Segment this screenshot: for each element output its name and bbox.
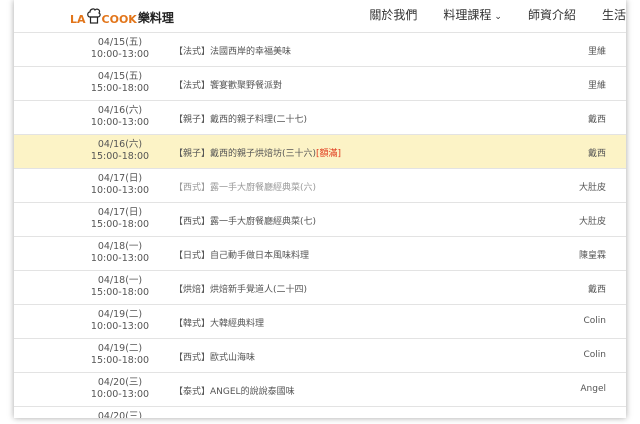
chef-hat-icon [86, 8, 101, 26]
table-row: 04/19(二) 10:00-13:00 【韓式】大韓經典料理 Colin [14, 305, 626, 339]
course-time: 15:00-18:00 [90, 83, 150, 94]
instructor-name[interactable]: 陳皇霖 [546, 248, 606, 261]
course-title-link[interactable]: 【烘焙】烘焙新手覺道人(二十四) [174, 282, 307, 295]
course-time: 10:00-13:00 [90, 117, 150, 128]
course-title-link[interactable]: 【法式】饗宴歡聚野餐派對 [174, 78, 282, 91]
course-date: 04/15(五) [97, 37, 143, 48]
course-title-link[interactable]: 【法式】法國西岸的幸福美味 [174, 44, 291, 57]
course-title-link[interactable]: 【日式】自己動手做日本風味料理 [174, 248, 309, 261]
course-time: 15:00-18:00 [90, 355, 150, 366]
course-title-link[interactable]: 【親子】戴西的親子烘焙坊(三十六)[額滿] [174, 146, 341, 159]
course-date: 04/17(日) [97, 173, 143, 184]
course-time: 10:00-13:00 [90, 253, 150, 264]
course-title: 【親子】戴西的親子烘焙坊(三十六) [174, 149, 317, 159]
main-nav: 關於我們 料理課程 ⌄ 師資介紹 生活 [343, 6, 626, 23]
course-time: 10:00-13:00 [90, 389, 150, 400]
course-date-time: 04/15(五) 15:00-18:00 [78, 71, 162, 95]
course-title: 【親子】戴西的親子料理(二十七) [174, 115, 308, 125]
course-time: 15:00-18:00 [90, 287, 150, 298]
instructor-name[interactable]: 大肚皮 [546, 214, 606, 227]
course-date-time: 04/20(三) 10:00-13:00 [78, 377, 162, 401]
course-title-link[interactable]: 【韓式】大韓經典料理 [174, 316, 264, 329]
course-date-time: 04/17(日) 15:00-18:00 [78, 207, 162, 231]
course-title: 【泰式】ANGEL的說說泰國味 [174, 387, 295, 397]
course-time: 10:00-13:00 [90, 321, 150, 332]
table-row: 04/16(六) 15:00-18:00 【親子】戴西的親子烘焙坊(三十六)[額滿]… [14, 135, 626, 169]
course-title-link[interactable]: 【西式】露一手大廚餐廳經典菜(七) [174, 214, 316, 227]
course-date-time: 04/18(一) 10:00-13:00 [78, 241, 162, 265]
course-title: 【烘焙】烘焙新手覺道人(二十四) [174, 285, 308, 295]
table-row: 04/15(五) 10:00-13:00 【法式】法國西岸的幸福美味 里維 [14, 33, 626, 67]
table-row: 04/18(一) 15:00-18:00 【烘焙】烘焙新手覺道人(二十四) 戴西 [14, 271, 626, 305]
course-title: 【韓式】大韓經典料理 [174, 319, 265, 329]
course-date: 04/15(五) [97, 71, 143, 82]
full-badge: [額滿] [316, 149, 342, 159]
course-date-time: 04/20(三)15:00-18:00 [78, 411, 162, 418]
course-title-link[interactable]: 【西式】露一手大廚餐廳經典菜(六) [174, 180, 316, 193]
instructor-name[interactable]: Colin [546, 316, 607, 326]
chevron-down-icon: ⌄ [494, 12, 502, 22]
course-title: 【西式】露一手大廚餐廳經典菜(六) [174, 183, 317, 193]
table-row: 04/20(三) 10:00-13:00 【泰式】ANGEL的說說泰國味 Angel [14, 373, 626, 407]
course-date: 04/19(二) [97, 309, 143, 320]
course-title: 【西式】露一手大廚餐廳經典菜(七) [174, 217, 317, 227]
table-row: 04/15(五) 15:00-18:00 【法式】饗宴歡聚野餐派對 里維 [14, 67, 626, 101]
course-time: 15:00-18:00 [90, 219, 150, 230]
table-row: 04/18(一) 10:00-13:00 【日式】自己動手做日本風味料理 陳皇霖 [14, 237, 626, 271]
course-title-link[interactable]: 【泰式】ANGEL的說說泰國味 [174, 384, 295, 397]
course-date-time: 04/17(日) 10:00-13:00 [78, 173, 162, 197]
course-date-time: 04/19(二) 10:00-13:00 [78, 309, 162, 333]
course-date: 04/20(三) [97, 377, 143, 388]
course-time: 10:00-13:00 [90, 49, 150, 60]
table-row: 04/19(二) 15:00-18:00 【西式】歐式山海味 Colin [14, 339, 626, 373]
course-date: 04/20(三) [97, 411, 143, 418]
instructor-name[interactable]: 戴西 [546, 282, 606, 295]
course-date-time: 04/19(二) 15:00-18:00 [78, 343, 162, 367]
page: LA COOK 樂料理 關於我們 料理課程⌄ 師資介紹 生活 15:00-18:… [14, 0, 626, 418]
site-logo[interactable]: LA COOK 樂料理 [70, 4, 174, 26]
instructor-name[interactable]: Colin [546, 350, 607, 360]
table-row: 04/17(日) 10:00-13:00 【西式】露一手大廚餐廳經典菜(六) 大肚皮 [14, 169, 626, 203]
course-date: 04/19(二) [97, 343, 143, 354]
logo-la-text: LA [70, 13, 86, 26]
course-date: 04/16(六) [97, 139, 143, 150]
course-date: 04/18(一) [97, 275, 143, 286]
table-row: 04/17(日) 15:00-18:00 【西式】露一手大廚餐廳經典菜(七) 大肚皮 [14, 203, 626, 237]
course-title: 【法式】饗宴歡聚野餐派對 [174, 81, 283, 91]
course-title-link[interactable]: 【西式】歐式山海味 [174, 350, 255, 363]
course-title: 【法式】法國西岸的幸福美味 [174, 47, 292, 57]
nav-teachers[interactable]: 師資介紹 [528, 6, 576, 23]
nav-courses-label: 料理課程 [443, 8, 492, 22]
course-date-time: 04/16(六) 15:00-18:00 [78, 139, 162, 163]
nav-courses[interactable]: 料理課程 ⌄ [443, 6, 502, 23]
course-time: 10:00-13:00 [90, 185, 150, 196]
course-schedule-table: 15:00-18:00【西式】牛肉 法式燉菜(二)陳世峰04/15(五)10:0… [14, 14, 626, 418]
instructor-name[interactable]: Angel [546, 384, 606, 394]
site-header: LA COOK 樂料理 關於我們 料理課程 ⌄ 師資介紹 生活 [14, 0, 626, 30]
course-title: 【日式】自己動手做日本風味料理 [174, 251, 310, 261]
instructor-name[interactable]: 里維 [546, 44, 606, 57]
course-title-link[interactable]: 【親子】戴西的親子料理(二十七) [174, 112, 307, 125]
logo-cook-text: COOK [101, 13, 137, 26]
logo-chinese-text: 樂料理 [137, 11, 174, 25]
nav-life[interactable]: 生活 [602, 6, 626, 23]
course-date: 04/17(日) [97, 207, 143, 218]
instructor-name[interactable]: 戴西 [546, 146, 606, 159]
instructor-name[interactable]: 戴西 [546, 112, 606, 125]
course-date-time: 04/15(五) 10:00-13:00 [78, 37, 162, 61]
course-date: 04/16(六) [97, 105, 143, 116]
course-title: 【西式】歐式山海味 [174, 353, 256, 363]
course-date: 04/18(一) [97, 241, 143, 252]
table-row: 04/20(三)15:00-18:00【烘焙】風靡北台灣~新手的第一堂戚風蛋糕課… [14, 407, 626, 418]
nav-about[interactable]: 關於我們 [369, 6, 417, 23]
table-row: 04/16(六) 10:00-13:00 【親子】戴西的親子料理(二十七) 戴西 [14, 101, 626, 135]
course-date-time: 04/16(六) 10:00-13:00 [78, 105, 162, 129]
course-time: 15:00-18:00 [90, 151, 150, 162]
instructor-name[interactable]: 大肚皮 [546, 180, 606, 193]
course-date-time: 04/18(一) 15:00-18:00 [78, 275, 162, 299]
instructor-name[interactable]: 里維 [546, 78, 606, 91]
